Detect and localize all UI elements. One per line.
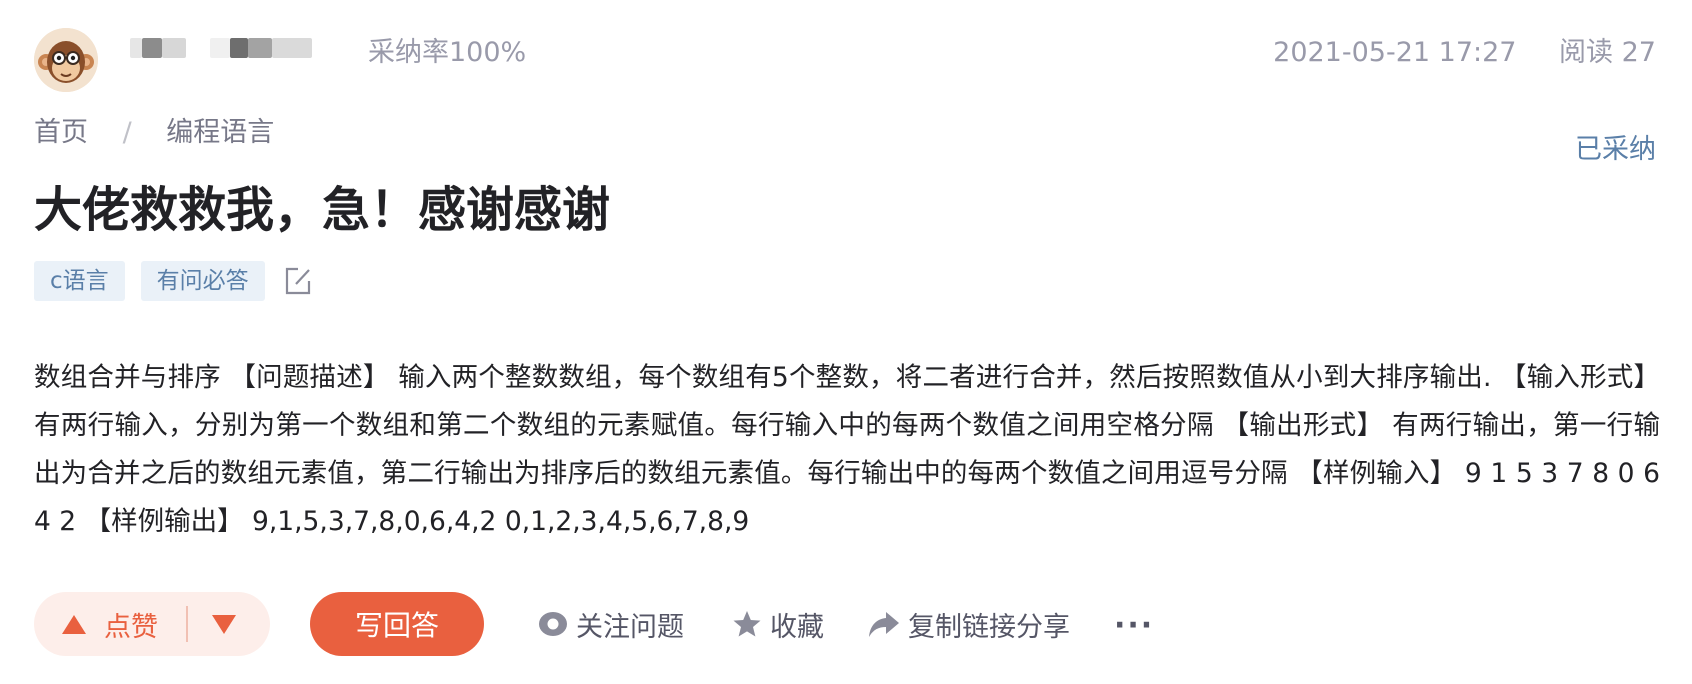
copy-link-share-button[interactable]: 复制链接分享 [868, 600, 1070, 648]
accept-rate: 采纳率100% [368, 37, 527, 68]
follow-question-button[interactable]: 关注问题 [538, 600, 684, 648]
share-label: 复制链接分享 [908, 611, 1070, 643]
post-datetime: 2021-05-21 17:27 [1273, 37, 1517, 68]
eye-icon [539, 612, 567, 636]
accepted-status-badge: 已采纳 [1575, 134, 1656, 165]
breadcrumb-category[interactable]: 编程语言 [166, 117, 274, 148]
breadcrumb-separator: / [122, 117, 132, 148]
username-redacted[interactable] [130, 36, 330, 60]
monkey-avatar-icon [34, 28, 98, 92]
breadcrumb-home[interactable]: 首页 [34, 117, 88, 148]
write-answer-button[interactable]: 写回答 [310, 592, 484, 656]
edit-icon[interactable] [283, 265, 313, 297]
collect-button[interactable]: 收藏 [732, 600, 824, 648]
triangle-up-icon [62, 614, 86, 634]
star-icon [733, 611, 761, 637]
question-meta: 2021-05-21 17:27 阅读 27 [1273, 30, 1656, 69]
question-title: 大佬救救我，急！感谢感谢 [34, 182, 611, 238]
collect-label: 收藏 [770, 611, 824, 643]
view-count: 阅读 27 [1559, 37, 1656, 68]
tag-qa[interactable]: 有问必答 [140, 261, 265, 301]
triangle-down-icon [212, 614, 236, 634]
question-body: 数组合并与排序 【问题描述】 输入两个整数数组，每个数组有5个整数，将二者进行合… [34, 362, 1660, 537]
breadcrumb: 首页 / 编程语言 [34, 110, 274, 149]
user-avatar[interactable] [34, 28, 98, 92]
tag-list: c语言 有问必答 [34, 261, 313, 301]
vote-group: 点赞 [34, 592, 270, 656]
follow-label: 关注问题 [576, 611, 684, 643]
tag-c-language[interactable]: c语言 [34, 261, 125, 301]
share-arrow-icon [869, 612, 899, 637]
dislike-button[interactable] [188, 592, 236, 656]
like-label: 点赞 [104, 611, 158, 643]
more-options-button[interactable]: ··· [1114, 608, 1154, 643]
like-button[interactable]: 点赞 [34, 592, 158, 656]
